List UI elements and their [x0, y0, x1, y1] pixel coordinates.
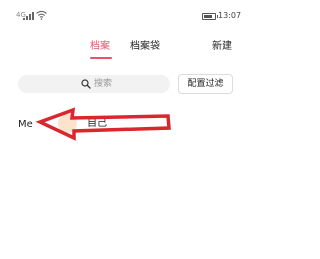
battery-icon — [202, 13, 218, 20]
tab-archive-bag[interactable]: 档案袋 — [130, 40, 160, 54]
avatar — [58, 114, 77, 133]
configure-filter-button[interactable]: 配置过滤 — [178, 74, 233, 94]
active-tab-indicator — [90, 57, 112, 59]
tab-archive[interactable]: 档案 — [90, 40, 110, 54]
search-placeholder: 搜索 — [94, 79, 113, 89]
battery-level — [204, 15, 212, 18]
list-item-tag: 自己 — [87, 118, 107, 129]
search-icon — [81, 79, 91, 89]
search-input[interactable]: 搜索 — [18, 75, 170, 93]
wifi-icon — [36, 10, 47, 20]
list-item-name: Me — [18, 119, 33, 130]
status-time: 13:07 — [218, 11, 242, 20]
cellular-signal-icon — [23, 12, 34, 20]
status-bar: 4G 13:07 — [0, 0, 251, 22]
tab-new[interactable]: 新建 — [212, 40, 232, 54]
list-item[interactable]: Me 自己 — [0, 110, 251, 136]
